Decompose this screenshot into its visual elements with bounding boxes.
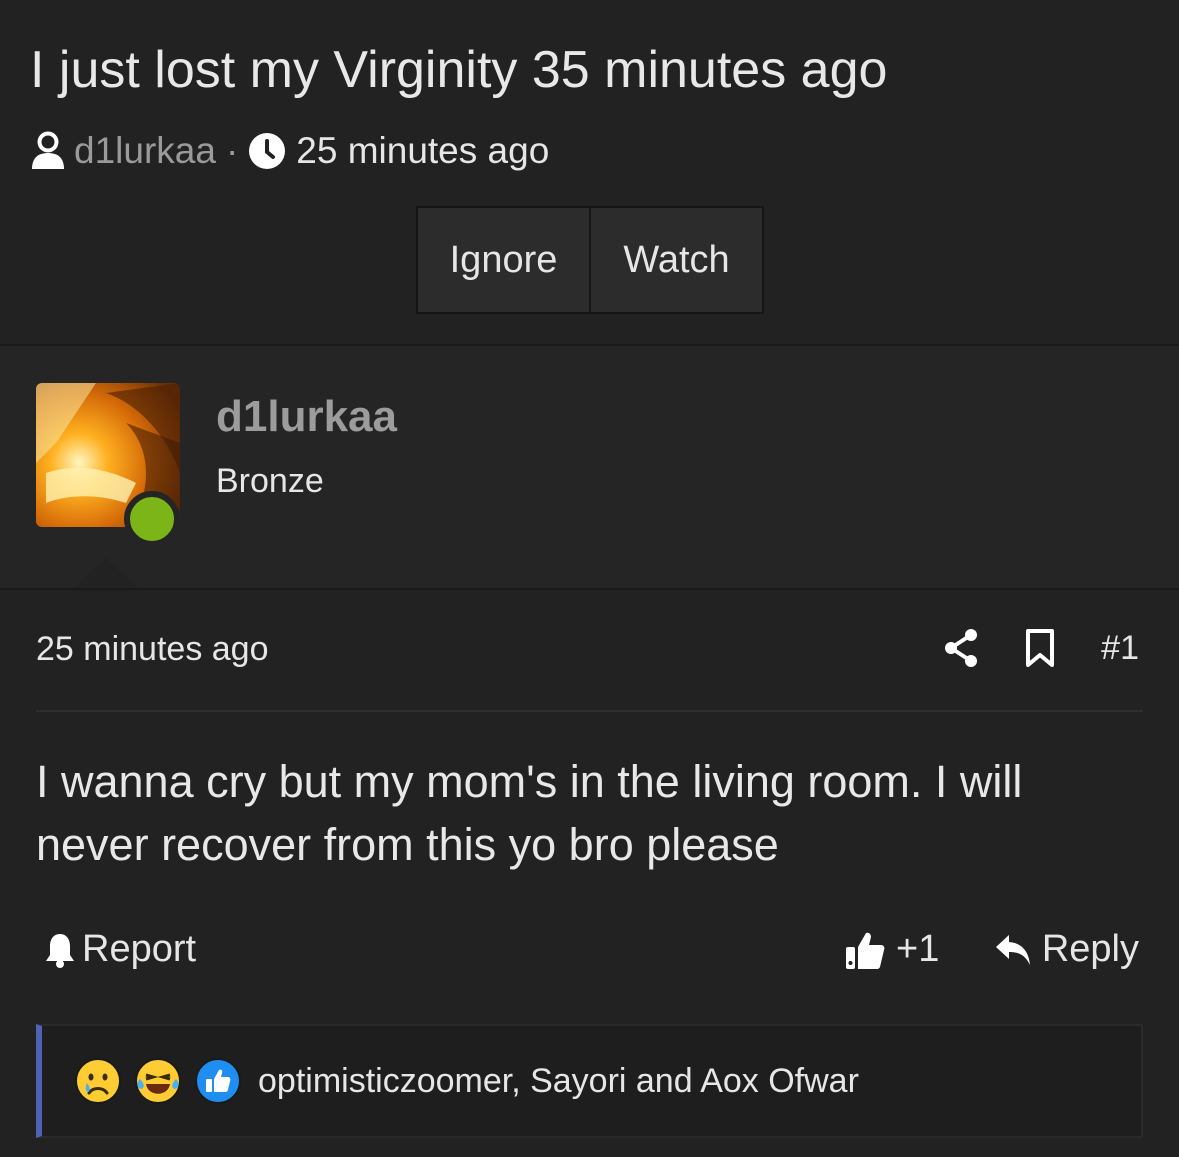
thread-time: 25 minutes ago	[296, 130, 550, 171]
laughing-crying-emoji-icon	[135, 1058, 181, 1104]
poster-block: d1lurkaa Bronze	[0, 346, 1179, 590]
post-content: I wanna cry but my mom's in the living r…	[36, 756, 1023, 870]
post-footer: Report +1 Reply	[0, 920, 1179, 984]
thread-author[interactable]: d1lurkaa	[74, 130, 216, 172]
message-pointer	[72, 558, 140, 590]
thread-title: I just lost my Virginity 35 minutes ago	[30, 41, 888, 99]
poster-rank: Bronze	[216, 462, 324, 500]
reactions-bar[interactable]: optimisticzoomer, Sayori and Aox Ofwar	[36, 1024, 1143, 1138]
report-label: Report	[82, 928, 197, 970]
poster-name[interactable]: d1lurkaa	[216, 392, 397, 442]
thumbs-up-icon	[846, 932, 885, 969]
reaction-users[interactable]: optimisticzoomer, Sayori and Aox Ofwar	[258, 1062, 859, 1101]
like-button[interactable]: +1	[844, 928, 939, 971]
thread-header: I just lost my Virginity 35 minutes ago …	[0, 0, 1179, 344]
reply-label: Reply	[1041, 928, 1139, 970]
report-button[interactable]: Report	[44, 928, 196, 971]
share-icon[interactable]	[943, 628, 979, 668]
user-icon	[32, 131, 64, 169]
watch-button[interactable]: Watch	[589, 208, 762, 312]
bookmark-icon[interactable]	[1025, 629, 1055, 667]
reply-icon	[995, 934, 1030, 965]
ignore-button[interactable]: Ignore	[418, 208, 589, 312]
post-number[interactable]: #1	[1101, 629, 1139, 668]
reply-button[interactable]: Reply	[994, 928, 1139, 971]
like-count: +1	[896, 928, 940, 970]
clock-icon	[249, 133, 286, 169]
post-actions: #1	[943, 626, 1139, 670]
meta-separator: ·	[225, 130, 239, 171]
post: 25 minutes ago #1 I wanna cry but my mom…	[0, 590, 1179, 1157]
divider	[36, 710, 1143, 712]
thread-meta: d1lurkaa · 25 minutes ago	[30, 128, 549, 174]
thread-action-buttons: Ignore Watch	[416, 206, 764, 314]
bell-icon	[46, 933, 74, 968]
sad-emoji-icon	[75, 1058, 121, 1104]
like-emoji-icon	[195, 1058, 241, 1104]
post-time[interactable]: 25 minutes ago	[36, 630, 269, 669]
online-status-indicator	[124, 491, 180, 547]
